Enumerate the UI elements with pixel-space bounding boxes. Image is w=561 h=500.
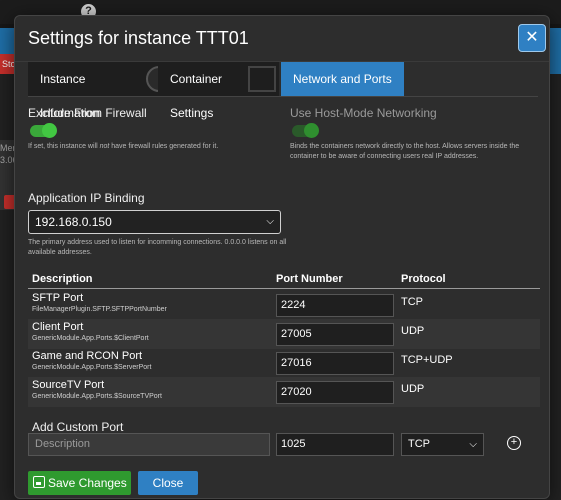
tab-bar: Instance Information Container Settings … — [28, 62, 538, 120]
table-row: Client Port GenericModule.App.Ports.$Cli… — [28, 319, 540, 349]
ip-binding-label: Application IP Binding — [28, 191, 145, 205]
custom-port-protocol-select[interactable]: TCP ⌵ — [401, 433, 484, 456]
close-button[interactable]: Close — [138, 471, 198, 495]
ip-binding-help: The primary address used to listen for i… — [28, 239, 287, 256]
tab-decoration-icon — [248, 66, 276, 92]
tab-network-and-ports[interactable]: Network and Ports — [281, 62, 404, 96]
custom-port-number-input[interactable]: 1025 — [276, 433, 394, 456]
table-row: Game and RCON Port GenericModule.App.Por… — [28, 348, 540, 378]
custom-port-description-input[interactable]: Description — [28, 433, 270, 456]
row-name: Client Port — [32, 321, 84, 333]
firewall-label: Exclude From Firewall — [28, 106, 147, 120]
port-input[interactable]: 27005 — [276, 323, 394, 346]
protocol-value: UDP — [401, 383, 425, 395]
port-input[interactable]: 2224 — [276, 294, 394, 317]
firewall-help: If set, this instance will not have fire… — [28, 143, 219, 150]
chevron-down-icon: ⌵ — [266, 216, 274, 227]
host-mode-toggle[interactable] — [292, 123, 319, 138]
row-key: GenericModule.App.Ports.$ClientPort — [32, 335, 149, 342]
protocol-value: UDP — [401, 325, 425, 337]
table-row: SourceTV Port GenericModule.App.Ports.$S… — [28, 377, 540, 407]
host-mode-help: Binds the containers network directly to… — [290, 143, 520, 160]
port-input[interactable]: 27016 — [276, 352, 394, 375]
modal-title: Settings for instance TTT01 — [28, 28, 249, 48]
port-input[interactable]: 27020 — [276, 381, 394, 404]
protocol-value: TCP+UDP — [401, 354, 453, 366]
row-name: Game and RCON Port — [32, 350, 143, 362]
custom-port-label: Add Custom Port — [32, 420, 124, 434]
row-key: GenericModule.App.Ports.$ServerPort — [32, 364, 152, 371]
column-header-protocol: Protocol — [401, 273, 446, 285]
modal-header: Settings for instance TTT01 ✕ — [15, 16, 549, 62]
ports-table-header: Description Port Number Protocol — [28, 272, 540, 289]
protocol-value: TCP — [401, 296, 423, 308]
add-port-icon[interactable]: + — [507, 436, 521, 450]
firewall-toggle[interactable] — [30, 123, 57, 138]
tab-instance-information[interactable]: Instance Information — [28, 62, 158, 120]
settings-modal: Settings for instance TTT01 ✕ Instance I… — [14, 15, 550, 499]
save-icon — [33, 476, 45, 488]
host-mode-label: Use Host-Mode Networking — [290, 106, 437, 120]
save-changes-button[interactable]: Save Changes — [28, 471, 131, 495]
close-icon[interactable]: ✕ — [518, 24, 546, 52]
tab-divider — [28, 96, 538, 97]
column-header-description: Description — [32, 273, 93, 285]
table-row: SFTP Port FileManagerPlugin.SFTP.SFTPPor… — [28, 290, 540, 320]
row-key: FileManagerPlugin.SFTP.SFTPPortNumber — [32, 306, 167, 313]
column-header-port: Port Number — [276, 273, 343, 285]
chevron-down-icon: ⌵ — [469, 439, 477, 450]
ip-binding-select[interactable]: 192.168.0.150 ⌵ — [28, 210, 281, 234]
row-name: SFTP Port — [32, 292, 84, 304]
row-key: GenericModule.App.Ports.$SourceTVPort — [32, 393, 162, 400]
row-name: SourceTV Port — [32, 379, 105, 391]
